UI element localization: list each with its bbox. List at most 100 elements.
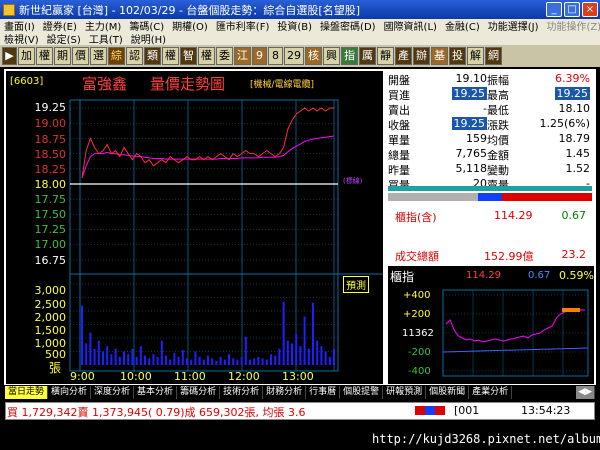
- menu-item[interactable]: 工具(T): [85, 32, 127, 45]
- toolbar-button[interactable]: 產: [395, 47, 412, 65]
- toolbar-button[interactable]: 權: [198, 47, 215, 65]
- minimize-button[interactable]: _: [546, 2, 562, 17]
- toolbar-button[interactable]: 興: [323, 47, 340, 65]
- volume-bar: [207, 355, 209, 365]
- total-volume-value: 7,765: [455, 147, 488, 160]
- turnover-value: 1.52: [565, 162, 591, 175]
- price-tick: 17.75: [34, 193, 67, 206]
- volume-bar: [97, 340, 100, 365]
- forecast-button[interactable]: 預測: [343, 276, 369, 293]
- volume-bar: [177, 356, 180, 365]
- otc-index-change: 0.67: [561, 209, 587, 222]
- menu-item[interactable]: 證券(E): [39, 19, 81, 32]
- tab-depth[interactable]: 深度分析: [91, 386, 135, 399]
- amplitude-value: 6.39%: [555, 72, 590, 85]
- mini-index-change: 0.67: [528, 270, 551, 281]
- toolbar-button[interactable]: 8: [268, 47, 283, 65]
- menu-item[interactable]: 主力(M): [81, 19, 125, 32]
- menu-item[interactable]: 說明(H): [127, 32, 170, 45]
- menu-item[interactable]: 檢視(V): [0, 32, 43, 45]
- toolbar-button[interactable]: 29: [284, 47, 304, 65]
- toolbar-button[interactable]: 投: [449, 47, 466, 65]
- turnover-total-change: 23.2: [561, 248, 587, 261]
- tab-chips[interactable]: 籌碼分析: [177, 386, 221, 399]
- volume-bar: [169, 359, 172, 365]
- menu-item[interactable]: 設定(S): [43, 32, 85, 45]
- menu-item[interactable]: 投資(B): [273, 19, 316, 32]
- menu-item[interactable]: 匯市利率(F): [212, 19, 274, 32]
- tab-alerts[interactable]: 個股提警: [340, 386, 384, 399]
- tab-intraday[interactable]: 當日走勢: [5, 386, 49, 399]
- mini-index-label: 櫃指: [390, 270, 415, 284]
- price-tick: 19.00: [34, 117, 67, 130]
- buy-sell-strength-bar: [388, 186, 592, 201]
- toolbar-button[interactable]: 厲: [359, 47, 376, 65]
- volume-bar: [316, 340, 319, 365]
- tab-horizontal[interactable]: 橫向分析: [48, 386, 92, 399]
- volume-bar: [93, 348, 96, 365]
- tab-fundamental[interactable]: 基本分析: [134, 386, 178, 399]
- toolbar-button[interactable]: 江: [234, 47, 251, 65]
- menu-item[interactable]: 功能選擇(J): [484, 19, 543, 32]
- menu-item[interactable]: 金融(C): [441, 19, 484, 32]
- price-tick: 17.50: [34, 208, 67, 221]
- volume-bar: [118, 356, 121, 365]
- volume-bar: [139, 346, 142, 365]
- close-value: 19.25: [451, 117, 487, 130]
- toolbar-button[interactable]: 權: [36, 47, 53, 65]
- toolbar-button[interactable]: 基: [431, 47, 448, 65]
- toolbar-button[interactable]: 指: [341, 47, 358, 65]
- toolbar-button[interactable]: 期: [54, 47, 71, 65]
- toolbar-button[interactable]: 9: [252, 47, 267, 65]
- volume-bar: [244, 336, 247, 365]
- toolbar-button[interactable]: 選: [90, 47, 107, 65]
- tab-news[interactable]: 個股新聞: [426, 386, 470, 399]
- toolbar-button[interactable]: 靜: [377, 47, 394, 65]
- toolbar-button[interactable]: 委: [216, 47, 233, 65]
- close-button[interactable]: ×: [582, 2, 598, 17]
- title-bar: 新世紀贏家 [台灣] - 102/03/29 - 台盤個股走勢：綜合自選股[名望…: [0, 0, 600, 19]
- menu-item[interactable]: 操盤密碼(D): [316, 19, 380, 32]
- price-tick: 17.25: [34, 223, 67, 236]
- mini-index-value: 114.29: [466, 270, 501, 281]
- tab-research[interactable]: 研報預測: [383, 386, 427, 399]
- volume-bar: [102, 351, 104, 365]
- menu-item[interactable]: 籌碼(C): [125, 19, 168, 32]
- app-icon: [3, 3, 15, 16]
- tab-industry[interactable]: 產業分析: [469, 386, 513, 399]
- volume-bar: [127, 354, 130, 365]
- toolbar-button[interactable]: 辦: [413, 47, 430, 65]
- volume-bar: [257, 356, 260, 365]
- toolbar-button[interactable]: 核: [305, 47, 322, 65]
- amount-value: 1.45: [565, 147, 591, 160]
- tab-technical[interactable]: 技術分析: [220, 386, 264, 399]
- toolbar-button[interactable]: 加: [18, 47, 35, 65]
- volume-bar: [106, 346, 109, 365]
- toolbar-button[interactable]: 價: [72, 47, 89, 65]
- menu-item[interactable]: 畫面(I): [0, 19, 39, 32]
- toolbar-button[interactable]: 網: [485, 47, 502, 65]
- toolbar-button[interactable]: 解: [467, 47, 484, 65]
- toolbar-button[interactable]: 認: [126, 47, 143, 65]
- toolbar-button[interactable]: 智: [180, 47, 197, 65]
- volume-bar: [194, 351, 197, 365]
- toolbar-button[interactable]: 綜: [108, 47, 125, 65]
- volume-bar: [211, 358, 214, 366]
- menu-bar-2: 檢視(V) 設定(S) 工具(T) 說明(H): [0, 32, 600, 45]
- menu-item[interactable]: 功能操作(Z): [543, 19, 600, 32]
- toolbar-button[interactable]: 權: [162, 47, 179, 65]
- tab-financial[interactable]: 財務分析: [263, 386, 307, 399]
- toolbar-button[interactable]: 類: [144, 47, 161, 65]
- maximize-button[interactable]: □: [564, 2, 580, 17]
- toolbar: ▶ 加 權 期 價 選 綜 認 類 權 智 權 委 江 9 8 29 核 興 指…: [0, 45, 600, 67]
- volume-bar: [135, 356, 138, 365]
- menu-item[interactable]: 國際資訊(L): [380, 19, 441, 32]
- menu-bar: 畫面(I) 證券(E) 主力(M) 籌碼(C) 期權(O) 匯市利率(F) 投資…: [0, 19, 600, 32]
- volume-bar: [215, 360, 218, 365]
- tab-calendar[interactable]: 行事曆: [306, 386, 341, 399]
- toolbar-nav-icon[interactable]: ▶: [2, 47, 17, 65]
- menu-item[interactable]: 期權(O): [168, 19, 212, 32]
- volume-bar: [181, 350, 184, 365]
- volume-bar: [312, 302, 314, 365]
- tab-scroll-icon[interactable]: ◀▶: [576, 386, 595, 399]
